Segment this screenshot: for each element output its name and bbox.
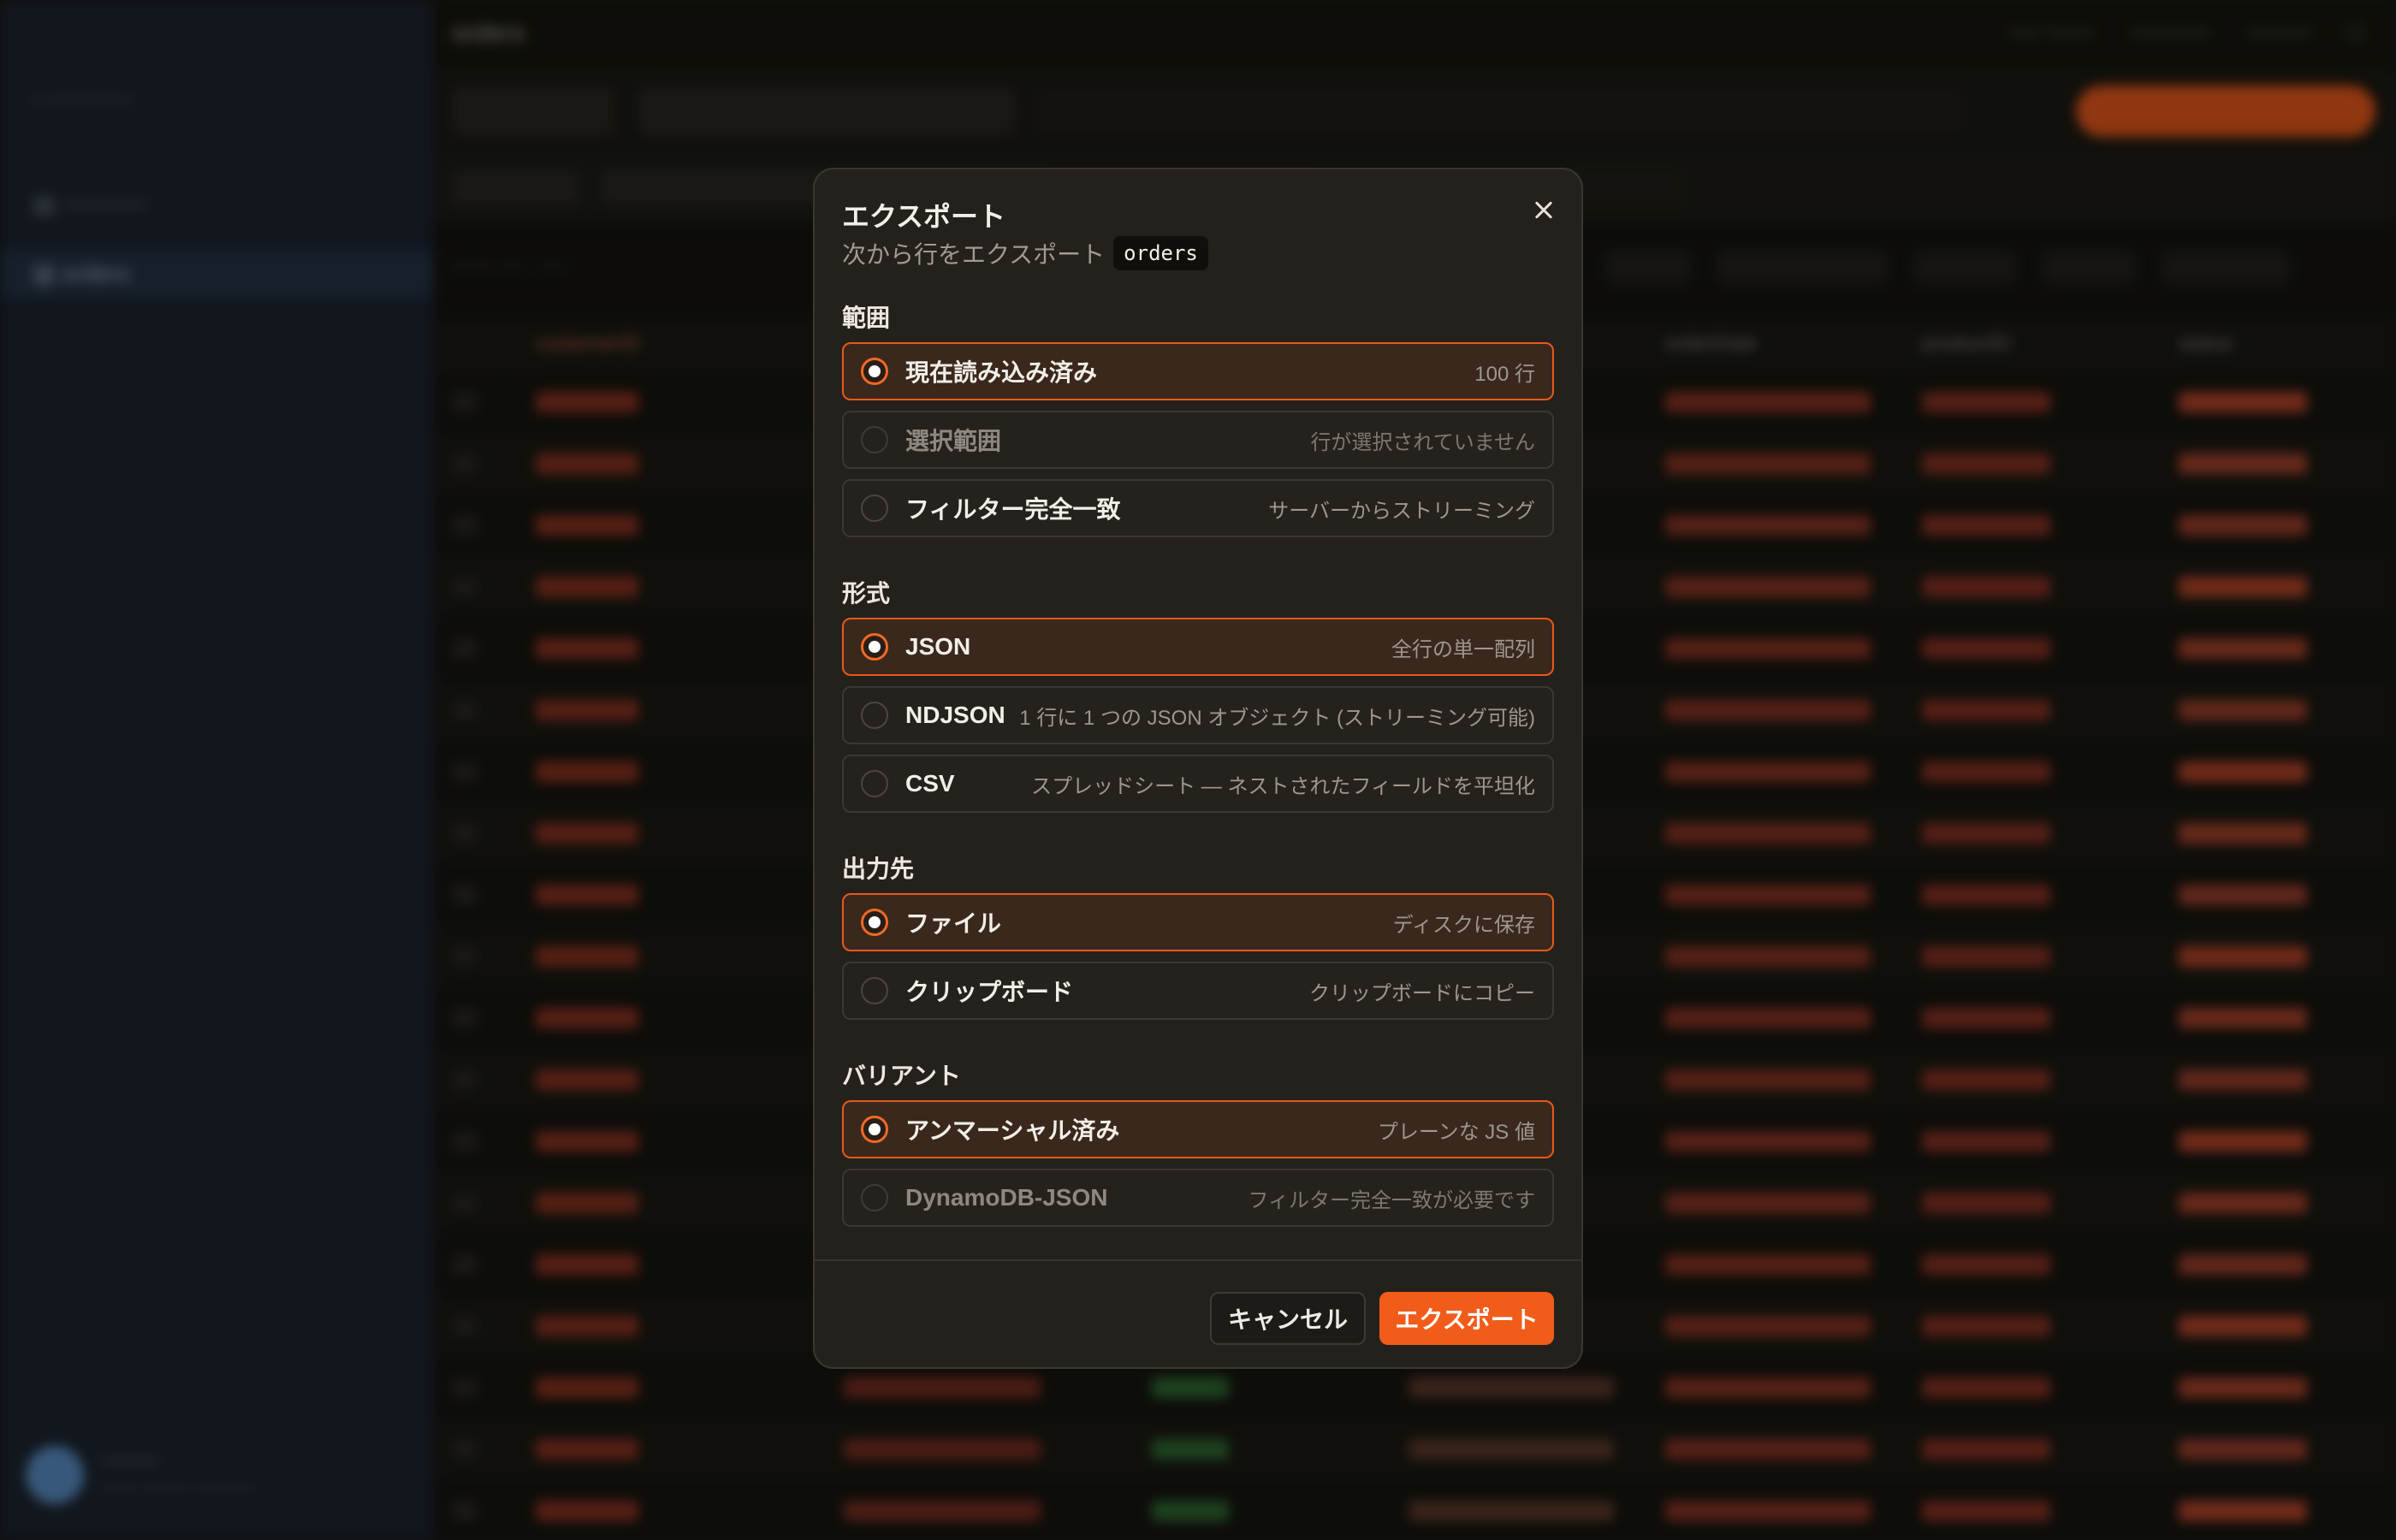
option-label: JSON xyxy=(905,633,971,660)
radio-icon[interactable] xyxy=(861,358,888,385)
option-description: サーバーからストリーミング xyxy=(1268,499,1535,523)
option-description: ディスクに保存 xyxy=(1392,913,1535,937)
option-description: クリップボードにコピー xyxy=(1309,981,1535,1005)
destination-option-clipboard[interactable]: クリップボード クリップボードにコピー xyxy=(842,962,1554,1020)
option-label: ファイル xyxy=(905,910,1002,937)
destination-label: 出力先 xyxy=(842,856,915,882)
dialog-subtitle-text: 次から行をエクスポート xyxy=(842,241,1106,268)
variant-option-unmarshalled[interactable]: アンマーシャル済み プレーンな JS 値 xyxy=(842,1100,1554,1158)
option-description: 行が選択されていません xyxy=(1310,430,1535,454)
format-option-csv[interactable]: CSV スプレッドシート — ネストされたフィールドを平坦化 xyxy=(842,755,1554,813)
option-label: アンマーシャル済み xyxy=(905,1117,1120,1144)
option-label: NDJSON xyxy=(905,702,1005,728)
radio-icon[interactable] xyxy=(861,1116,888,1143)
option-description: 100 行 xyxy=(1474,362,1535,386)
radio-icon[interactable] xyxy=(861,633,888,660)
dialog-subtitle: 次から行をエクスポート orders xyxy=(842,236,1208,270)
close-icon[interactable] xyxy=(1525,192,1563,229)
variant-option-dynamodb-json: DynamoDB-JSON フィルター完全一致が必要です xyxy=(842,1169,1554,1227)
export-dialog: エクスポート 次から行をエクスポート orders 範囲 現在読み込み済み 10… xyxy=(813,168,1583,1369)
cancel-button[interactable]: キャンセル xyxy=(1210,1292,1366,1345)
variant-section: バリアント アンマーシャル済み プレーンな JS 値 DynamoDB-JSON… xyxy=(842,1057,1554,1227)
radio-icon[interactable] xyxy=(861,702,888,729)
scope-option-selection: 選択範囲 行が選択されていません xyxy=(842,411,1554,469)
option-description: 1 行に 1 つの JSON オブジェクト (ストリーミング可能) xyxy=(1019,706,1535,730)
scope-section: 範囲 現在読み込み済み 100 行 選択範囲 行が選択されていません フィルター… xyxy=(842,299,1554,537)
radio-icon xyxy=(861,1184,888,1211)
destination-section: 出力先 ファイル ディスクに保存 クリップボード クリップボードにコピー xyxy=(842,850,1554,1020)
format-label: 形式 xyxy=(842,580,891,607)
option-label: 選択範囲 xyxy=(905,428,1002,454)
scope-label: 範囲 xyxy=(842,305,891,331)
radio-icon[interactable] xyxy=(861,770,888,797)
option-label: DynamoDB-JSON xyxy=(905,1184,1108,1211)
dialog-title: エクスポート xyxy=(842,201,1006,232)
format-section: 形式 JSON 全行の単一配列 NDJSON 1 行に 1 つの JSON オブ… xyxy=(842,575,1554,813)
format-option-json[interactable]: JSON 全行の単一配列 xyxy=(842,618,1554,676)
option-description: スプレッドシート — ネストされたフィールドを平坦化 xyxy=(1031,774,1535,798)
radio-icon xyxy=(861,426,888,453)
option-label: CSV xyxy=(905,770,955,797)
option-label: フィルター完全一致 xyxy=(905,496,1121,523)
table-name-code: orders xyxy=(1113,236,1208,270)
format-option-ndjson[interactable]: NDJSON 1 行に 1 つの JSON オブジェクト (ストリーミング可能) xyxy=(842,686,1554,744)
option-description: 全行の単一配列 xyxy=(1391,637,1535,661)
radio-icon[interactable] xyxy=(861,977,888,1004)
export-button[interactable]: エクスポート xyxy=(1379,1292,1554,1345)
scope-option-loaded[interactable]: 現在読み込み済み 100 行 xyxy=(842,342,1554,400)
radio-icon[interactable] xyxy=(861,495,888,522)
option-label: 現在読み込み済み xyxy=(905,359,1098,386)
footer-divider xyxy=(815,1259,1581,1261)
option-label: クリップボード xyxy=(905,979,1074,1005)
radio-icon[interactable] xyxy=(861,909,888,936)
destination-option-file[interactable]: ファイル ディスクに保存 xyxy=(842,893,1554,951)
option-description: プレーンな JS 値 xyxy=(1377,1120,1535,1144)
scope-option-filter-match[interactable]: フィルター完全一致 サーバーからストリーミング xyxy=(842,479,1554,537)
variant-label: バリアント xyxy=(842,1063,961,1089)
option-description: フィルター完全一致が必要です xyxy=(1248,1188,1535,1212)
